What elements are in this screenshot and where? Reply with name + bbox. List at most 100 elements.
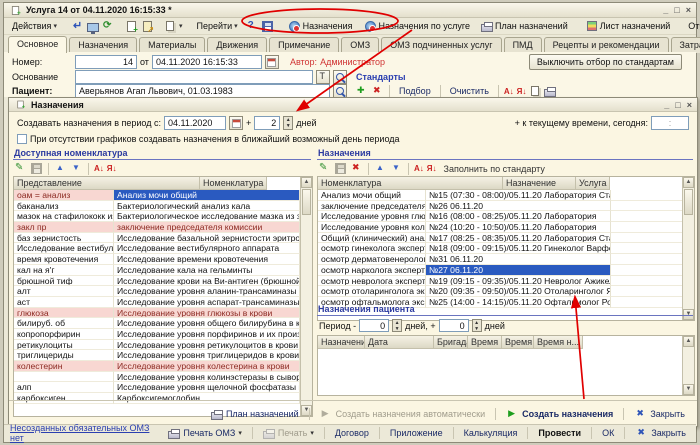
cell-nomenklatura[interactable]: осмотр нарколога экспертный (318, 265, 426, 276)
cell-nomenklatura[interactable]: Исследование уровня глюкозы в кро... (318, 211, 426, 222)
table-row[interactable]: закл пр заключение председателя комиссии (14, 222, 300, 233)
cell-nomenklatura[interactable]: Бактериологическое исследование мазка из… (114, 211, 300, 222)
column-header[interactable]: Номенклатура (318, 177, 503, 190)
period-calendar-button[interactable] (229, 116, 243, 130)
edit-icon[interactable] (318, 162, 331, 175)
cell-predstavlenie[interactable]: мазок на стафилококк из н... (14, 211, 114, 222)
table-row[interactable]: брюшной тиф Исследование крови на Ви-ант… (14, 276, 300, 287)
text-button[interactable] (316, 70, 330, 84)
naznacheniya-po-usluge-button[interactable]: Назначения по услуге (360, 18, 475, 35)
cell-predstavlenie[interactable]: баз зернистость (14, 233, 114, 244)
table-row[interactable]: Исследование уровня глюкозы в кро... №16… (318, 211, 682, 222)
cell-naznachenie[interactable]: №17 (08:25 - 08:35)/05.11.20 Лаборатория… (426, 233, 611, 244)
scroll-up-icon[interactable]: ▲ (683, 336, 694, 347)
add-icon[interactable] (355, 85, 368, 98)
tab[interactable]: ПМД (504, 37, 542, 53)
cell-predstavlenie[interactable]: оам = анализ (14, 190, 114, 201)
cell-nomenklatura[interactable]: Бактериологический анализ кала (114, 201, 300, 212)
tab[interactable]: ОМЗ (341, 37, 379, 53)
cell-nomenklatura[interactable]: заключение председателя комиссии (114, 222, 300, 233)
no-schedule-checkbox[interactable] (17, 134, 27, 144)
table-row[interactable]: алт Исследование уровня аланин-трансамин… (14, 286, 300, 297)
cell-usluga[interactable] (611, 222, 682, 233)
column-header[interactable]: Назначение (503, 177, 576, 190)
patient-table-scrollbar[interactable]: ▲ ▼ (682, 336, 694, 395)
fill-by-standard-button[interactable]: Заполнить по стандарту (440, 163, 549, 175)
minus-days-spinner[interactable]: ▲▼ (392, 319, 402, 332)
sort-desc-icon[interactable]: Я↓ (517, 87, 527, 96)
printer-icon[interactable] (544, 89, 556, 97)
osnovanie-field[interactable] (75, 70, 313, 84)
cell-naznachenie[interactable]: №15 (07:30 - 08:00)/05.11.20 Лаборатория… (426, 190, 611, 201)
column-header[interactable]: Время на... (468, 336, 502, 349)
cell-nomenklatura[interactable]: Исследование уровня щелочной фосфатазы в… (114, 382, 300, 393)
table-row[interactable]: триглицериды Исследование уровня триглиц… (14, 350, 300, 361)
table-row[interactable]: баз зернистость Исследование базальной з… (14, 233, 300, 244)
minimize-button[interactable]: _ (663, 5, 668, 15)
table-row[interactable]: ретикулоциты Исследование уровня ретикул… (14, 340, 300, 351)
dogovor-button[interactable]: Договор (331, 427, 373, 439)
cell-predstavlenie[interactable]: кал на я'г (14, 265, 114, 276)
dialog-minimize-button[interactable]: _ (664, 100, 669, 110)
left-table-scrollbar[interactable]: ▲ ▼ (300, 177, 312, 416)
card-icon[interactable] (531, 86, 539, 96)
cell-naznachenie[interactable]: №18 (09:00 - 09:15)/05.11.20 Гинеколог В… (426, 243, 611, 254)
cell-naznachenie[interactable]: №31 06.11.20 (426, 254, 611, 265)
move-up-icon[interactable] (374, 162, 387, 175)
tab[interactable]: Основное (8, 36, 67, 53)
cell-predstavlenie[interactable]: алт (14, 286, 114, 297)
tab[interactable]: Материалы (139, 37, 205, 53)
table-row[interactable]: осмотр невролога экспертный №19 (09:15 -… (318, 276, 682, 287)
maximize-button[interactable]: □ (674, 5, 679, 15)
cell-usluga[interactable] (611, 211, 682, 222)
date-field[interactable]: 04.11.2020 16:15:33 (152, 55, 262, 69)
cell-nomenklatura[interactable]: Исследование уровня общего билирубина в … (114, 318, 300, 329)
create-auto-button[interactable]: Создать назначения автоматически (316, 407, 489, 422)
column-header[interactable]: Бригада (434, 336, 468, 349)
tab[interactable]: Назначения (69, 37, 137, 53)
clipboard-icon[interactable] (166, 21, 174, 31)
sort-asc-icon[interactable]: А↓ (414, 164, 424, 173)
cell-usluga[interactable] (611, 201, 682, 212)
number-field[interactable]: 14 (75, 55, 137, 69)
cell-predstavlenie[interactable]: колестерин (14, 361, 114, 372)
cell-nomenklatura[interactable]: Анализ мочи общий (114, 190, 300, 201)
cell-predstavlenie[interactable] (14, 372, 114, 383)
cell-nomenklatura[interactable]: Исследование уровня аланин-трансаминазы … (114, 286, 300, 297)
scroll-up-icon[interactable]: ▲ (301, 177, 312, 188)
sort-desc-icon[interactable]: Я↓ (107, 164, 117, 173)
close-button[interactable]: × (686, 5, 691, 15)
cell-naznachenie[interactable]: №27 06.11.20 (426, 265, 611, 276)
table-row[interactable]: осмотр дерматовенеролога экспертн... №31… (318, 254, 682, 265)
goto-menu-button[interactable]: Перейти▾ (192, 19, 241, 33)
cell-nomenklatura[interactable]: осмотр невролога экспертный (318, 276, 426, 287)
dialog-close-button[interactable]: × (687, 100, 692, 110)
create-naznacheniya-button[interactable]: Создать назначения (502, 407, 617, 422)
table-row[interactable]: колестерин Исследование уровня колестери… (14, 361, 300, 372)
cell-nomenklatura[interactable]: Исследование уровня колестерина в крови (114, 361, 300, 372)
scroll-thumb[interactable] (302, 189, 311, 215)
list-naznacheniy-button[interactable]: Лист назначений (582, 18, 675, 34)
cell-naznachenie[interactable]: №16 (08:00 - 08:25)/05.11.20 Лаборатория (426, 211, 611, 222)
cell-naznachenie[interactable]: №24 (10:20 - 10:50)/05.11.20 Лаборатория (426, 222, 611, 233)
cell-nomenklatura[interactable]: Исследование базальной зернистости эритр… (114, 233, 300, 244)
cell-predstavlenie[interactable]: закл пр (14, 222, 114, 233)
cell-predstavlenie[interactable]: баканализ (14, 201, 114, 212)
table-row[interactable]: мазок на стафилококк из н... Бактериолог… (14, 211, 300, 222)
column-header[interactable]: Номенклатура (200, 177, 267, 190)
copy-document-icon[interactable] (143, 21, 152, 32)
print-button[interactable]: Печать▾ (259, 427, 318, 440)
save-icon[interactable] (262, 21, 273, 32)
scroll-down-icon[interactable]: ▼ (683, 384, 694, 395)
cell-nomenklatura[interactable]: Исследование кала на гельминты (114, 265, 300, 276)
cell-nomenklatura[interactable]: Исследование уровня триглицеридов в кров… (114, 350, 300, 361)
cell-predstavlenie[interactable]: ретикулоциты (14, 340, 114, 351)
move-down-icon[interactable] (390, 162, 403, 175)
tab[interactable]: ОМЗ подчиненных услуг (381, 37, 501, 53)
patient-plus-days-field[interactable]: 0 (439, 319, 469, 332)
table-row[interactable]: осмотр нарколога экспертный №27 06.11.20 (318, 265, 682, 276)
period-days-field[interactable]: 2 (254, 116, 280, 130)
cell-naznachenie[interactable]: №19 (09:15 - 09:35)/05.11.20 Невролог Аж… (426, 276, 611, 287)
cell-usluga[interactable] (611, 243, 682, 254)
cell-usluga[interactable] (611, 276, 682, 287)
